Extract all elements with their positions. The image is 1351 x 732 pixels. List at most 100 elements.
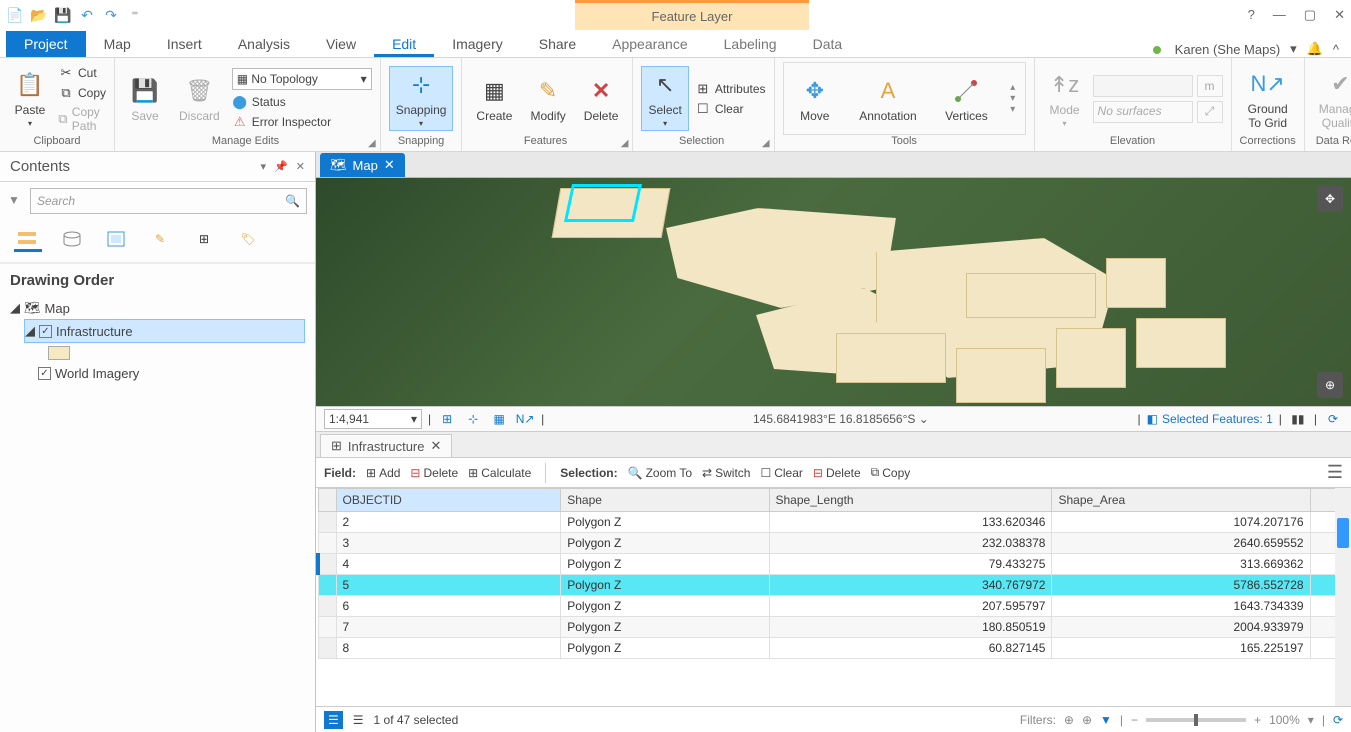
attribute-grid[interactable]: OBJECTIDShapeShape_LengthShape_Area2Poly… bbox=[316, 488, 1351, 706]
dynamic-icon[interactable]: N↗ bbox=[515, 409, 535, 429]
zoom-out-icon[interactable]: − bbox=[1131, 713, 1138, 727]
table-row[interactable]: 2Polygon Z133.6203461074.207176 bbox=[318, 512, 1351, 533]
collapse-icon[interactable]: ◢ bbox=[10, 300, 20, 316]
constraint-icon[interactable]: ⊞ bbox=[437, 409, 457, 429]
clear-selection-button[interactable]: ☐Clear bbox=[695, 101, 766, 117]
save-project-icon[interactable]: 💾 bbox=[54, 6, 72, 24]
delete-button[interactable]: ✕Delete bbox=[578, 73, 625, 125]
column-header[interactable]: Shape_Area bbox=[1052, 489, 1310, 512]
chevron-down-icon[interactable]: ▾ bbox=[1290, 41, 1297, 57]
filter-extent-icon[interactable]: ⊕ bbox=[1064, 713, 1074, 727]
table-row[interactable]: 4Polygon Z79.433275313.669362 bbox=[318, 554, 1351, 575]
undo-icon[interactable]: ↶ bbox=[78, 6, 96, 24]
toc-layer-world-imagery[interactable]: ✓World Imagery bbox=[24, 363, 305, 384]
add-field-button[interactable]: ⊞Add bbox=[366, 466, 400, 480]
delete-selection-button[interactable]: ⊟Delete bbox=[813, 466, 861, 480]
table-row[interactable]: 7Polygon Z180.8505192004.933979 bbox=[318, 617, 1351, 638]
calculate-button[interactable]: ⊞Calculate bbox=[468, 466, 531, 480]
move-button[interactable]: ✥Move bbox=[793, 73, 837, 125]
table-row[interactable]: 3Polygon Z232.0383782640.659552 bbox=[318, 533, 1351, 554]
discard-button[interactable]: 🗑Discard bbox=[173, 73, 226, 125]
switch-button[interactable]: ⇄Switch bbox=[702, 466, 750, 480]
cut-button[interactable]: ✂Cut bbox=[58, 65, 106, 81]
show-all-icon[interactable]: ☰ bbox=[324, 711, 343, 729]
tab-map[interactable]: Map bbox=[86, 31, 149, 57]
zoom-level[interactable]: 100% bbox=[1269, 713, 1300, 727]
chevron-down-icon[interactable]: ▾ bbox=[1308, 713, 1314, 727]
list-selection-icon[interactable] bbox=[102, 226, 130, 252]
tab-analysis[interactable]: Analysis bbox=[220, 31, 308, 57]
zoom-to-button[interactable]: 🔍Zoom To bbox=[628, 466, 692, 480]
zoom-in-icon[interactable]: + bbox=[1254, 713, 1261, 727]
copy-path-button[interactable]: ⧉Copy Path bbox=[58, 105, 106, 133]
delete-field-button[interactable]: ⊟Delete bbox=[410, 466, 458, 480]
ground-to-grid-button[interactable]: N↗Ground To Grid bbox=[1242, 66, 1294, 132]
help-icon[interactable]: ? bbox=[1248, 7, 1255, 23]
close-tab-icon[interactable]: ✕ bbox=[384, 157, 395, 173]
explore-icon[interactable]: ✥ bbox=[1317, 186, 1343, 212]
coordinates-display[interactable]: 145.6841983°E 16.8185656°S ⌄ bbox=[550, 412, 1131, 426]
maximize-icon[interactable]: ▢ bbox=[1304, 7, 1316, 23]
copy-button[interactable]: ⧉Copy bbox=[58, 85, 106, 101]
list-snapping-icon[interactable]: ⊞ bbox=[190, 226, 218, 252]
list-source-icon[interactable] bbox=[58, 226, 86, 252]
column-header[interactable]: OBJECTID bbox=[336, 489, 561, 512]
table-row[interactable]: 8Polygon Z60.827145165.225197 bbox=[318, 638, 1351, 659]
pause-icon[interactable]: ▮▮ bbox=[1288, 409, 1308, 429]
manage-quality-button[interactable]: ✔Manage Quality bbox=[1313, 66, 1351, 132]
tab-data[interactable]: Data bbox=[795, 31, 861, 57]
list-labeling-icon[interactable]: 🏷 bbox=[234, 226, 262, 252]
copy-selection-button[interactable]: ⧉Copy bbox=[871, 465, 911, 480]
vertical-scrollbar[interactable] bbox=[1335, 488, 1351, 706]
toc-symbol[interactable] bbox=[10, 343, 305, 363]
gallery-expand-icon[interactable]: ▾ bbox=[1010, 104, 1015, 115]
column-header[interactable]: Shape_Length bbox=[769, 489, 1052, 512]
user-name[interactable]: Karen (She Maps) bbox=[1175, 42, 1281, 57]
mode-button[interactable]: ↟zMode▾ bbox=[1043, 67, 1087, 130]
auto-hide-icon[interactable]: ▾ bbox=[261, 160, 267, 173]
paste-button[interactable]: 📋Paste▾ bbox=[8, 67, 52, 130]
tab-insert[interactable]: Insert bbox=[149, 31, 220, 57]
attribute-table-tab[interactable]: ⊞Infrastructure✕ bbox=[320, 434, 452, 457]
filter-icon[interactable]: ▼ bbox=[8, 193, 24, 209]
navigator-icon[interactable]: ⊕ bbox=[1317, 372, 1343, 398]
map-view[interactable]: ✥ ⊕ bbox=[316, 178, 1351, 406]
toc-map-node[interactable]: ◢🗺Map bbox=[10, 297, 305, 319]
table-row[interactable]: 6Polygon Z207.5957971643.734339 bbox=[318, 596, 1351, 617]
refresh-icon[interactable]: ⟳ bbox=[1323, 409, 1343, 429]
tab-share[interactable]: Share bbox=[521, 31, 594, 57]
scale-combo[interactable]: 1:4,941▾ bbox=[324, 409, 422, 429]
table-row[interactable]: 5Polygon Z340.7679725786.552728 bbox=[318, 575, 1351, 596]
tab-imagery[interactable]: Imagery bbox=[434, 31, 521, 57]
grid-icon[interactable]: ▦ bbox=[489, 409, 509, 429]
attributes-button[interactable]: ⊞Attributes bbox=[695, 81, 766, 97]
qat-customize-icon[interactable]: ⁼ bbox=[126, 6, 144, 24]
checkbox-icon[interactable]: ✓ bbox=[38, 367, 51, 380]
show-selected-icon[interactable]: ☰ bbox=[353, 713, 364, 727]
get-z-icon[interactable]: ⤢ bbox=[1197, 101, 1223, 123]
scroll-up-icon[interactable]: ▴ bbox=[1010, 82, 1015, 93]
status-button[interactable]: ⬤Status bbox=[232, 94, 372, 110]
features-launcher-icon[interactable]: ◢ bbox=[621, 138, 629, 149]
minimize-icon[interactable]: — bbox=[1273, 7, 1286, 23]
save-edits-button[interactable]: 💾Save bbox=[123, 73, 167, 125]
notifications-icon[interactable]: 🔔 bbox=[1307, 41, 1323, 57]
manage-edits-launcher-icon[interactable]: ◢ bbox=[368, 138, 376, 149]
filter-range-icon[interactable]: ▼ bbox=[1100, 713, 1112, 727]
select-button[interactable]: ↖Select▾ bbox=[641, 66, 688, 131]
clear-button[interactable]: ☐Clear bbox=[760, 466, 802, 480]
error-inspector-button[interactable]: ⚠Error Inspector bbox=[232, 114, 372, 130]
list-editing-icon[interactable]: ✎ bbox=[146, 226, 174, 252]
create-button[interactable]: ▦Create bbox=[470, 73, 518, 125]
tab-labeling[interactable]: Labeling bbox=[706, 31, 795, 57]
pin-icon[interactable]: 📌 bbox=[274, 160, 288, 173]
new-project-icon[interactable]: 📄 bbox=[6, 6, 24, 24]
scroll-down-icon[interactable]: ▾ bbox=[1010, 93, 1015, 104]
snapping-status-icon[interactable]: ⊹ bbox=[463, 409, 483, 429]
menu-icon[interactable]: ☰ bbox=[1327, 462, 1343, 483]
selection-launcher-icon[interactable]: ◢ bbox=[762, 138, 770, 149]
collapse-icon[interactable]: ◢ bbox=[25, 323, 35, 339]
list-drawing-order-icon[interactable] bbox=[14, 226, 42, 252]
redo-icon[interactable]: ↷ bbox=[102, 6, 120, 24]
topology-combo[interactable]: ▦ No Topology▾ bbox=[232, 68, 372, 90]
